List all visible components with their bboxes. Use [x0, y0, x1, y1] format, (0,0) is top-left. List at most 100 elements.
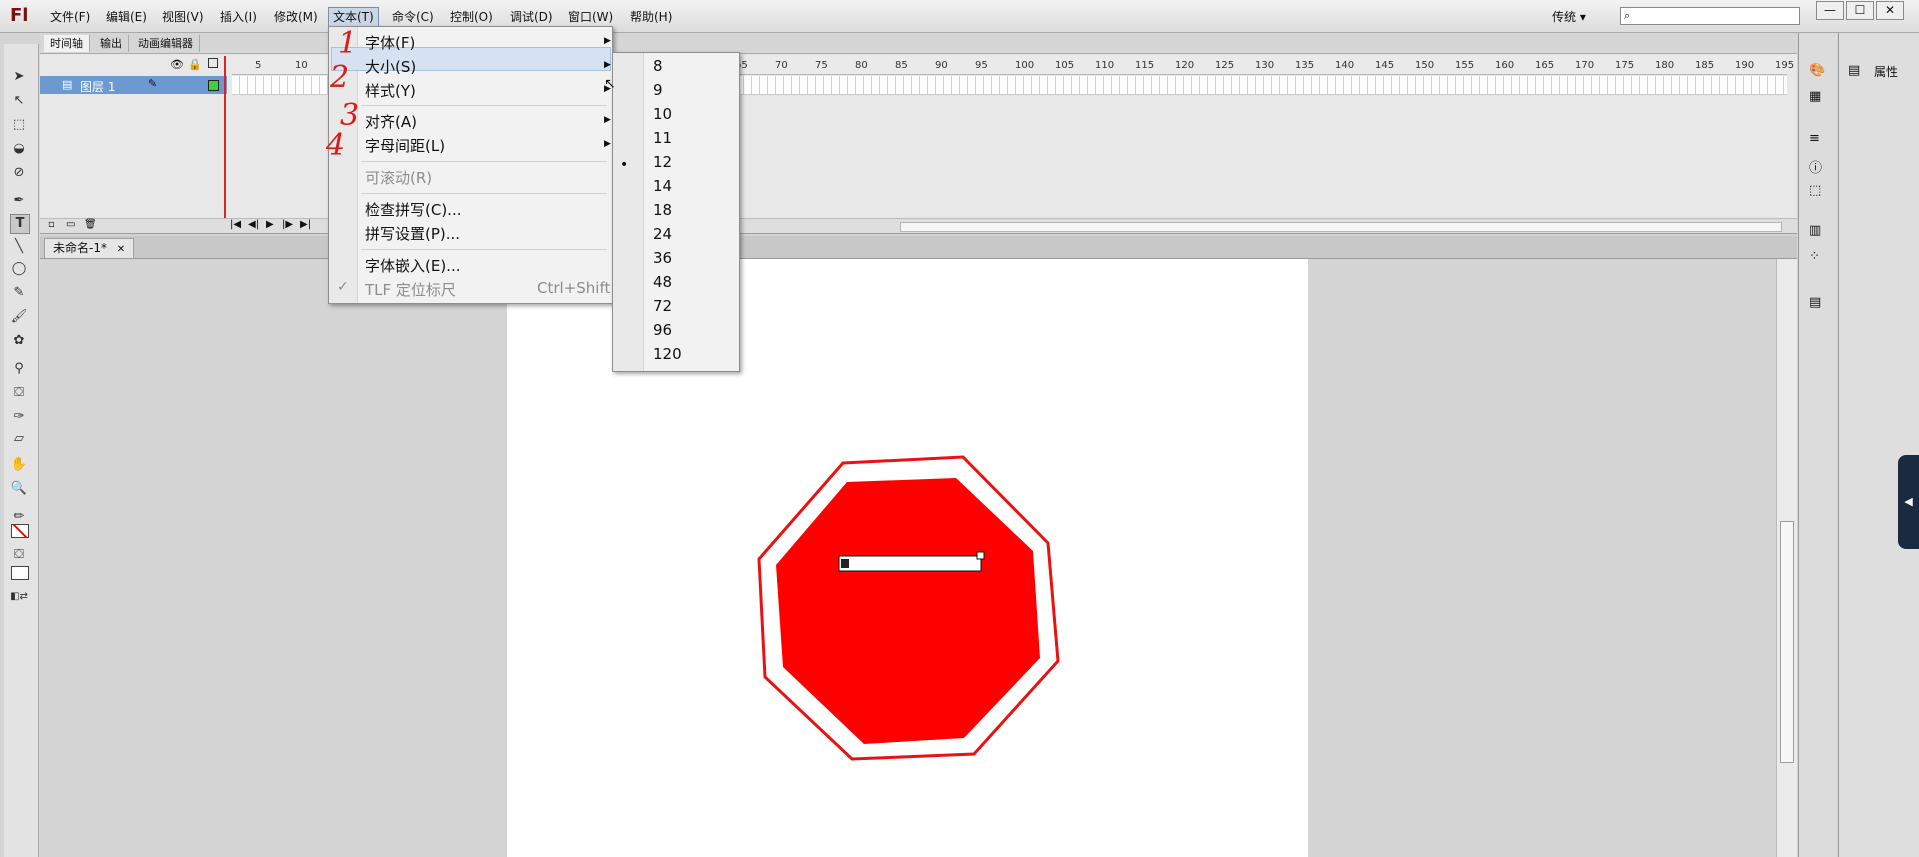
- zoom-tool-icon[interactable]: 🔍: [10, 480, 28, 498]
- close-button[interactable]: ✕: [1876, 1, 1904, 20]
- properties-icon[interactable]: ▤: [1848, 63, 1860, 78]
- size-option[interactable]: 10: [653, 105, 672, 123]
- submenu-arrow-icon: ▶: [604, 36, 611, 46]
- align-panel-icon[interactable]: ≡: [1809, 131, 1820, 146]
- go-first-frame-icon[interactable]: |◀: [230, 219, 241, 230]
- subselection-tool-icon[interactable]: ↖: [10, 92, 28, 110]
- menu-edit[interactable]: 编辑(E): [102, 8, 151, 26]
- playhead[interactable]: [224, 56, 226, 221]
- menu-item-letter-spacing[interactable]: 字母间距(L): [365, 135, 445, 156]
- line-tool-icon[interactable]: ╲: [10, 238, 28, 256]
- layer-row[interactable]: ▤ 图层 1 ✎: [40, 76, 227, 94]
- ruler-tick: 5: [255, 60, 262, 71]
- go-last-frame-icon[interactable]: ▶|: [300, 219, 311, 230]
- library-panel-icon[interactable]: ▥: [1809, 223, 1821, 238]
- ruler-tick: 150: [1415, 60, 1435, 71]
- fill-color-icon[interactable]: ⛋: [10, 546, 28, 564]
- menu-item-align[interactable]: 对齐(A): [365, 111, 417, 132]
- menu-item-scrollable[interactable]: 可滚动(R): [365, 167, 432, 188]
- free-transform-tool-icon[interactable]: ⬚: [10, 116, 28, 134]
- tab-output[interactable]: 输出: [94, 35, 129, 52]
- brush-tool-icon[interactable]: 🖌: [10, 308, 28, 326]
- menu-file[interactable]: 文件(F): [46, 8, 94, 26]
- oval-tool-icon[interactable]: ◯: [10, 260, 28, 278]
- tab-timeline[interactable]: 时间轴: [44, 35, 90, 52]
- menu-modify[interactable]: 修改(M): [270, 8, 322, 26]
- size-option-selected[interactable]: 12: [653, 153, 672, 171]
- menu-item-font-embedding[interactable]: 字体嵌入(E)...: [365, 255, 461, 276]
- size-option[interactable]: 72: [653, 297, 672, 315]
- stop-sign[interactable]: [750, 455, 1070, 765]
- stage-vscroll[interactable]: [1776, 259, 1797, 857]
- size-option[interactable]: 24: [653, 225, 672, 243]
- menu-item-size[interactable]: 大小(S): [365, 56, 416, 77]
- selection-tool-icon[interactable]: ➤: [10, 68, 28, 86]
- menu-item-check-spelling[interactable]: 检查拼写(C)...: [365, 199, 461, 220]
- menu-item-style[interactable]: 样式(Y): [365, 80, 416, 101]
- info-panel-icon[interactable]: ⓘ: [1809, 157, 1822, 176]
- paint-bucket-tool-icon[interactable]: ⛋: [10, 384, 28, 402]
- transform-panel-icon[interactable]: ⬚: [1809, 183, 1821, 198]
- search-input[interactable]: ⌕: [1620, 7, 1800, 25]
- menu-window[interactable]: 窗口(W): [564, 8, 617, 26]
- new-folder-icon[interactable]: ▭: [66, 219, 75, 230]
- menu-commands[interactable]: 命令(C): [388, 8, 438, 26]
- new-layer-icon[interactable]: ▫: [48, 219, 55, 230]
- deco-tool-icon[interactable]: ✿: [10, 332, 28, 350]
- 3d-rotation-tool-icon[interactable]: ◒: [10, 140, 28, 158]
- collapse-handle[interactable]: ◀: [1898, 455, 1919, 549]
- workspace-switcher[interactable]: 传统 ▾: [1552, 8, 1586, 25]
- swap-colors-icon[interactable]: ◧⇄: [10, 588, 28, 606]
- show-hide-icon[interactable]: 👁: [170, 58, 184, 71]
- size-option[interactable]: 11: [653, 129, 672, 147]
- delete-layer-icon[interactable]: 🗑: [84, 219, 97, 230]
- play-icon[interactable]: ▶: [266, 219, 274, 230]
- size-option[interactable]: 8: [653, 57, 663, 75]
- menu-debug[interactable]: 调试(D): [506, 8, 557, 26]
- ruler-tick: 180: [1655, 60, 1675, 71]
- swatches-panel-icon[interactable]: ▦: [1809, 89, 1821, 104]
- components-panel-icon[interactable]: ▤: [1809, 295, 1821, 310]
- lasso-tool-icon[interactable]: ⊘: [10, 164, 28, 182]
- timeline-hscroll[interactable]: [900, 222, 1782, 232]
- motion-presets-icon[interactable]: ⁘: [1809, 249, 1820, 264]
- eyedropper-tool-icon[interactable]: ✑: [10, 408, 28, 426]
- size-option[interactable]: 96: [653, 321, 672, 339]
- pen-tool-icon[interactable]: ✒: [10, 192, 28, 210]
- pencil-tool-icon[interactable]: ✎: [10, 284, 28, 302]
- menu-insert[interactable]: 插入(I): [216, 8, 261, 26]
- close-tab-icon[interactable]: ✕: [117, 244, 125, 255]
- eraser-tool-icon[interactable]: ▱: [10, 430, 28, 448]
- document-tab[interactable]: 未命名-1* ✕: [44, 238, 135, 258]
- size-option[interactable]: 48: [653, 273, 672, 291]
- menu-item-font[interactable]: 字体(F): [365, 32, 415, 53]
- hand-tool-icon[interactable]: ✋: [10, 456, 28, 474]
- minimize-button[interactable]: —: [1816, 1, 1844, 20]
- menu-help[interactable]: 帮助(H): [626, 8, 676, 26]
- bone-tool-icon[interactable]: ⚲: [10, 360, 28, 378]
- lock-icon[interactable]: 🔒: [188, 58, 202, 71]
- menu-item-tlf-ruler[interactable]: TLF 定位标尺 Ctrl+Shift+T: [365, 279, 632, 300]
- size-option[interactable]: 14: [653, 177, 672, 195]
- step-forward-icon[interactable]: |▶: [282, 219, 293, 230]
- size-option[interactable]: 120: [653, 345, 682, 363]
- outline-icon[interactable]: [208, 58, 218, 68]
- maximize-button[interactable]: ☐: [1846, 1, 1874, 20]
- properties-label[interactable]: 属性: [1874, 63, 1898, 80]
- size-option[interactable]: 18: [653, 201, 672, 219]
- tab-motion-editor[interactable]: 动画编辑器: [132, 35, 200, 52]
- menu-view[interactable]: 视图(V): [158, 8, 208, 26]
- menu-text[interactable]: 文本(T): [328, 7, 379, 27]
- stroke-swatch[interactable]: [11, 524, 29, 538]
- layer-outline-swatch: [208, 80, 219, 91]
- text-tool-icon[interactable]: T: [10, 214, 30, 234]
- size-option[interactable]: 9: [653, 81, 663, 99]
- vscroll-thumb[interactable]: [1780, 521, 1794, 763]
- menu-item-spelling-setup[interactable]: 拼写设置(P)...: [365, 223, 460, 244]
- menu-control[interactable]: 控制(O): [446, 8, 497, 26]
- fill-swatch[interactable]: [11, 566, 29, 580]
- size-option[interactable]: 36: [653, 249, 672, 267]
- ruler-tick: 165: [1535, 60, 1555, 71]
- step-back-icon[interactable]: ◀|: [248, 219, 259, 230]
- color-panel-icon[interactable]: 🎨: [1809, 63, 1825, 78]
